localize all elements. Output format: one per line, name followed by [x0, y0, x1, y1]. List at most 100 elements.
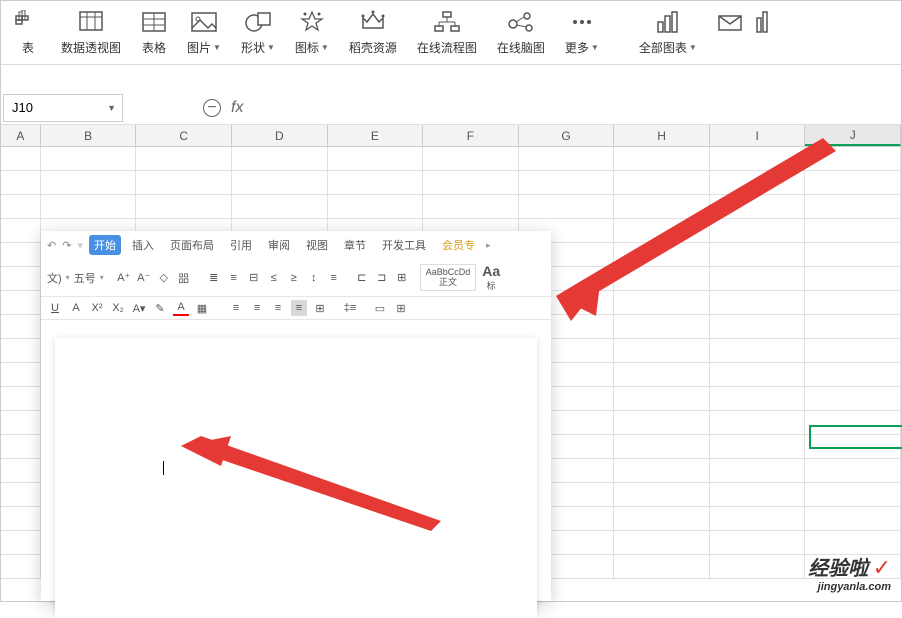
- word-tab-layout[interactable]: 页面布局: [165, 235, 219, 255]
- word-ribbon-row1: 文) ▾ 五号 ▾ A⁺ A⁻ ◇ 㗊 ≣ ≡ ⊟ ≤ ≥ ↕ ≡ ⊏ ⊐ ⊞ …: [41, 259, 551, 297]
- align-center-icon[interactable]: ≡: [249, 300, 265, 316]
- flowchart-icon: [433, 7, 461, 37]
- indent-inc-icon[interactable]: ≥: [286, 270, 302, 286]
- zoom-out-icon[interactable]: −: [203, 99, 221, 117]
- redo-button[interactable]: ↷: [62, 239, 71, 252]
- highlight-icon[interactable]: ✎: [152, 300, 168, 316]
- chevron-down-icon: ▼: [591, 43, 599, 52]
- shading-icon[interactable]: ▦: [194, 300, 210, 316]
- underline-icon[interactable]: U: [47, 300, 63, 316]
- insert-ribbon: 表 数据透视图 表格 图片▼ 形状▼ 图标▼ 稻壳资源: [1, 1, 901, 65]
- align-left-icon[interactable]: ≡: [228, 300, 244, 316]
- indent-dec-icon[interactable]: ≤: [266, 270, 282, 286]
- col-header-b[interactable]: B: [41, 125, 137, 146]
- rtl-icon[interactable]: ⊐: [374, 270, 390, 286]
- word-tab-view[interactable]: 视图: [301, 235, 333, 255]
- fill-icon[interactable]: ▭: [372, 300, 388, 316]
- col-header-f[interactable]: F: [423, 125, 519, 146]
- text-cursor: [163, 461, 164, 475]
- increase-font-icon[interactable]: A⁺: [116, 270, 132, 286]
- font-size-select[interactable]: 五号: [74, 270, 96, 286]
- ltr-icon[interactable]: ⊏: [354, 270, 370, 286]
- col-header-j[interactable]: J: [805, 125, 901, 146]
- ribbon-label: 图片: [187, 39, 211, 56]
- ribbon-more[interactable]: 更多▼: [555, 7, 609, 56]
- word-window: ↶ ↷ ▾ 开始 插入 页面布局 引用 审阅 视图 章节 开发工具 会员专 ▸ …: [41, 231, 551, 601]
- ribbon-table[interactable]: 表: [5, 7, 51, 56]
- chart-icon: [654, 7, 682, 37]
- word-tab-section[interactable]: 章节: [339, 235, 371, 255]
- name-box[interactable]: J10 ▼: [3, 94, 123, 122]
- word-tab-start[interactable]: 开始: [89, 235, 121, 255]
- ribbon-label: 在线脑图: [497, 39, 545, 56]
- more-icon: [569, 7, 595, 37]
- chevron-down-icon: ▼: [321, 43, 329, 52]
- text-tool-icon[interactable]: ⊞: [394, 270, 410, 286]
- char-style-icon[interactable]: 㗊: [176, 270, 192, 286]
- col-header-e[interactable]: E: [328, 125, 424, 146]
- number-list-icon[interactable]: ≡: [226, 270, 242, 286]
- font-family-label[interactable]: 文): [47, 270, 62, 286]
- word-tab-bar: ↶ ↷ ▾ 开始 插入 页面布局 引用 审阅 视图 章节 开发工具 会员专 ▸: [41, 231, 551, 259]
- multilevel-list-icon[interactable]: ⊟: [246, 270, 262, 286]
- ribbon-label: 全部图表: [639, 39, 687, 56]
- ribbon-shapes[interactable]: 形状▼: [231, 7, 285, 56]
- decrease-font-icon[interactable]: A⁻: [136, 270, 152, 286]
- superscript-icon[interactable]: X²: [89, 300, 105, 316]
- style-normal[interactable]: AaBbCcDd 正文: [420, 264, 477, 292]
- undo-button[interactable]: ↶: [47, 239, 56, 252]
- bullet-list-icon[interactable]: ≣: [206, 270, 222, 286]
- word-tab-vip[interactable]: 会员专: [437, 235, 480, 255]
- border-icon[interactable]: ⊞: [393, 300, 409, 316]
- ribbon-label: 在线流程图: [417, 39, 477, 56]
- col-header-i[interactable]: I: [710, 125, 806, 146]
- ribbon-label: 稻壳资源: [349, 39, 397, 56]
- col-header-g[interactable]: G: [519, 125, 615, 146]
- word-tab-review[interactable]: 审阅: [263, 235, 295, 255]
- strikethrough-icon[interactable]: A: [68, 300, 84, 316]
- pivot-chart-icon: [78, 7, 104, 37]
- sort-icon[interactable]: ↕: [306, 270, 322, 286]
- ribbon-table2[interactable]: 表格: [131, 7, 177, 56]
- col-header-d[interactable]: D: [232, 125, 328, 146]
- ribbon-partial2[interactable]: [753, 7, 773, 56]
- style-heading[interactable]: Aa 标: [482, 263, 500, 292]
- crown-icon: [359, 7, 387, 37]
- col-header-c[interactable]: C: [136, 125, 232, 146]
- table-icon: [15, 7, 41, 37]
- align-justify-icon[interactable]: ≡: [291, 300, 307, 316]
- mindmap-icon: [507, 7, 535, 37]
- distribute-icon[interactable]: ⊞: [312, 300, 328, 316]
- line-spacing-icon[interactable]: ‡≡: [342, 300, 358, 316]
- chevron-down-icon: ▼: [267, 43, 275, 52]
- ribbon-picture[interactable]: 图片▼: [177, 7, 231, 56]
- col-header-h[interactable]: H: [614, 125, 710, 146]
- font-effect-icon[interactable]: A▾: [131, 300, 147, 316]
- ribbon-icons[interactable]: 图标▼: [285, 7, 339, 56]
- ribbon-label: 更多: [565, 39, 589, 56]
- ribbon-docker-resource[interactable]: 稻壳资源: [339, 7, 407, 56]
- align-right-icon[interactable]: ≡: [270, 300, 286, 316]
- word-page[interactable]: [55, 338, 537, 618]
- ribbon-flowchart[interactable]: 在线流程图: [407, 7, 487, 56]
- word-tab-insert[interactable]: 插入: [127, 235, 159, 255]
- clear-format-icon[interactable]: ◇: [156, 270, 172, 286]
- ribbon-label: 表: [22, 39, 34, 56]
- col-header-a[interactable]: A: [1, 125, 41, 146]
- ribbon-partial[interactable]: [707, 7, 753, 56]
- font-color-icon[interactable]: A: [173, 300, 189, 316]
- ribbon-pivot-chart[interactable]: 数据透视图: [51, 7, 131, 56]
- word-tab-devtools[interactable]: 开发工具: [377, 235, 431, 255]
- ribbon-label: 数据透视图: [61, 39, 121, 56]
- column-headers: A B C D E F G H I J: [1, 125, 901, 147]
- chevron-down-icon: ▼: [689, 43, 697, 52]
- ribbon-all-charts[interactable]: 全部图表▼: [629, 7, 707, 56]
- ribbon-mindmap[interactable]: 在线脑图: [487, 7, 555, 56]
- check-icon: ✓: [873, 555, 891, 580]
- fx-icon[interactable]: fx: [231, 99, 243, 117]
- grid-icon: [141, 7, 167, 37]
- subscript-icon[interactable]: X₂: [110, 300, 126, 316]
- word-tab-reference[interactable]: 引用: [225, 235, 257, 255]
- align-dist-icon[interactable]: ≡: [326, 270, 342, 286]
- icon-icon: [299, 7, 325, 37]
